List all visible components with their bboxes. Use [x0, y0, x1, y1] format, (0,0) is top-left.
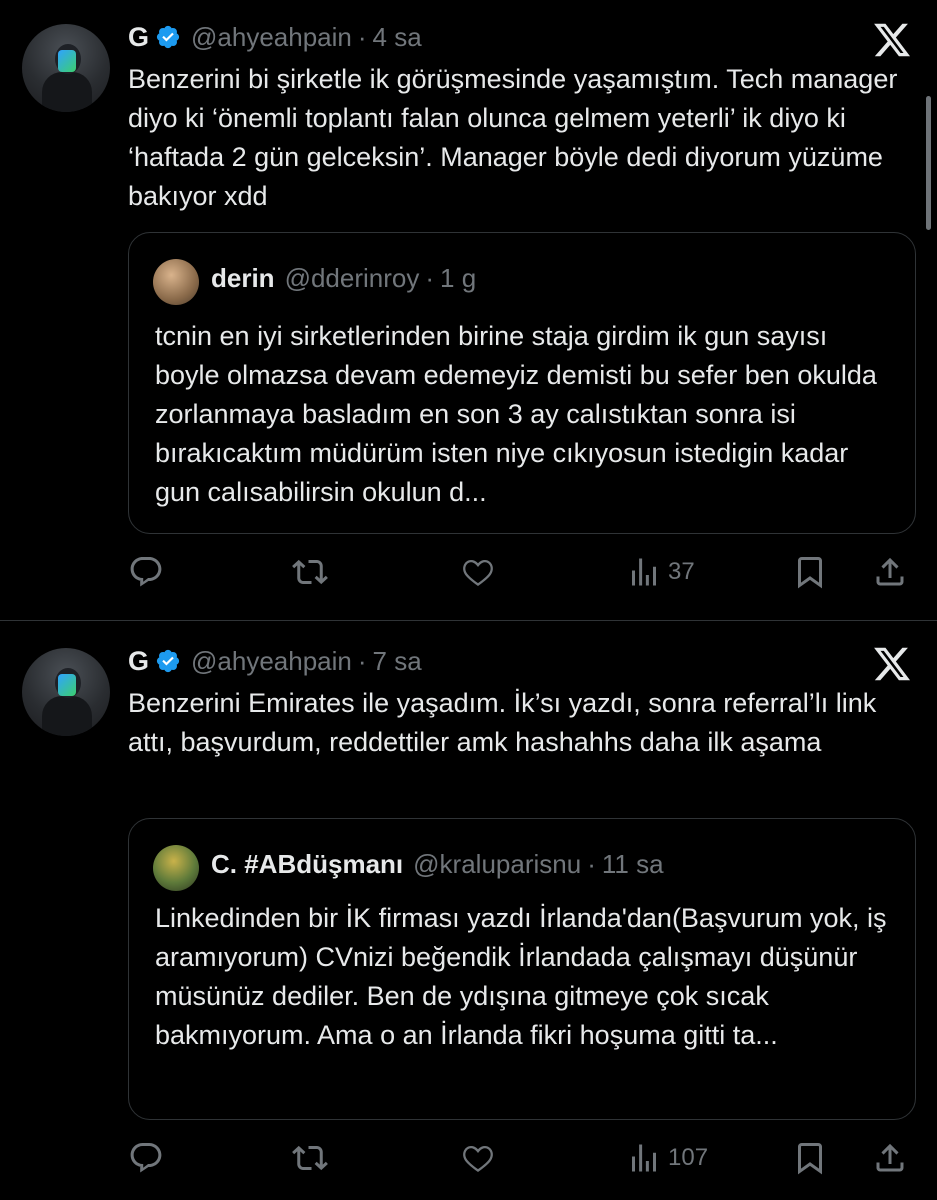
reply-button[interactable] [128, 1136, 164, 1180]
bookmark-button[interactable] [792, 1136, 828, 1180]
quoted-tweet[interactable]: C. #ABdüşmanı @kraluparisnu · 11 sa Link… [128, 818, 916, 1120]
author-handle[interactable]: @ahyeahpain [191, 646, 352, 677]
scrollbar[interactable] [926, 96, 931, 230]
action-bar: 37 [128, 550, 918, 594]
repost-icon [292, 1145, 328, 1171]
author-name[interactable]: G [128, 22, 149, 53]
x-logo-icon [874, 647, 911, 681]
quoted-author-name: derin [211, 263, 275, 293]
timestamp[interactable]: 7 sa [373, 646, 422, 677]
tweet-divider [0, 620, 937, 621]
share-button[interactable] [872, 550, 908, 594]
verified-badge-icon [156, 25, 180, 49]
x-logo-icon [874, 23, 911, 57]
avatar[interactable] [22, 24, 110, 112]
reply-icon [130, 1143, 162, 1173]
verified-badge-icon [156, 649, 180, 673]
author-handle[interactable]: @ahyeahpain [191, 22, 352, 53]
views-button[interactable]: 37 [626, 550, 695, 594]
repost-icon [292, 559, 328, 585]
tweet-header: G @ahyeahpain · 7 sa [128, 644, 422, 678]
tweet-text: Benzerini Emirates ile yaşadım. İk’sı ya… [128, 688, 877, 757]
tweet-text: Benzerini bi şirketle ik görüşmesinde ya… [128, 64, 898, 211]
like-icon [463, 1145, 493, 1172]
quoted-header: derin @dderinroy · 1 g [211, 263, 476, 294]
avatar[interactable] [22, 648, 110, 736]
repost-button[interactable] [292, 1136, 328, 1180]
views-count: 37 [668, 558, 695, 585]
separator-dot: · [425, 263, 435, 293]
like-icon [463, 559, 493, 586]
repost-button[interactable] [292, 550, 328, 594]
quoted-avatar[interactable] [153, 259, 199, 305]
author-name[interactable]: G [128, 646, 149, 677]
share-button[interactable] [872, 1136, 908, 1180]
tweet-header: G @ahyeahpain · 4 sa [128, 20, 422, 54]
quoted-text: tcnin en iyi sirketlerinden birine staja… [155, 321, 877, 507]
quoted-text: Linkedinden bir İK firması yazdı İrlanda… [155, 903, 887, 1050]
timestamp[interactable]: 4 sa [373, 22, 422, 53]
share-icon [876, 1143, 904, 1172]
separator-dot: · [357, 21, 367, 52]
quoted-avatar[interactable] [153, 845, 199, 891]
reply-icon [130, 557, 162, 587]
tweet[interactable]: G @ahyeahpain · 4 sa Benzerini bi şirket… [0, 0, 937, 622]
like-button[interactable] [460, 550, 496, 594]
timeline-feed: G @ahyeahpain · 4 sa Benzerini bi şirket… [0, 0, 937, 1200]
like-button[interactable] [460, 1136, 496, 1180]
tweet[interactable]: G @ahyeahpain · 7 sa Benzerini Emirates … [0, 622, 937, 1200]
reply-button[interactable] [128, 550, 164, 594]
quoted-timestamp: 1 g [440, 263, 477, 293]
views-icon [632, 558, 656, 586]
quoted-tweet[interactable]: derin @dderinroy · 1 g tcnin en iyi sirk… [128, 232, 916, 534]
separator-dot: · [587, 849, 596, 879]
quoted-author-handle: @kraluparisnu [413, 849, 582, 879]
views-icon [632, 1144, 656, 1172]
views-button[interactable]: 107 [626, 1136, 708, 1180]
bookmark-button[interactable] [792, 550, 828, 594]
quoted-author-handle: @dderinroy [284, 263, 420, 293]
bookmark-icon [798, 1143, 822, 1175]
quoted-author-name: C. #ABdüşmanı [211, 849, 404, 879]
share-icon [876, 557, 904, 586]
quoted-header: C. #ABdüşmanı @kraluparisnu · 11 sa [211, 849, 664, 880]
views-count: 107 [668, 1144, 709, 1171]
separator-dot: · [357, 645, 367, 676]
action-bar: 107 [128, 1136, 918, 1180]
bookmark-icon [798, 557, 822, 589]
quoted-timestamp: 11 sa [601, 849, 664, 879]
